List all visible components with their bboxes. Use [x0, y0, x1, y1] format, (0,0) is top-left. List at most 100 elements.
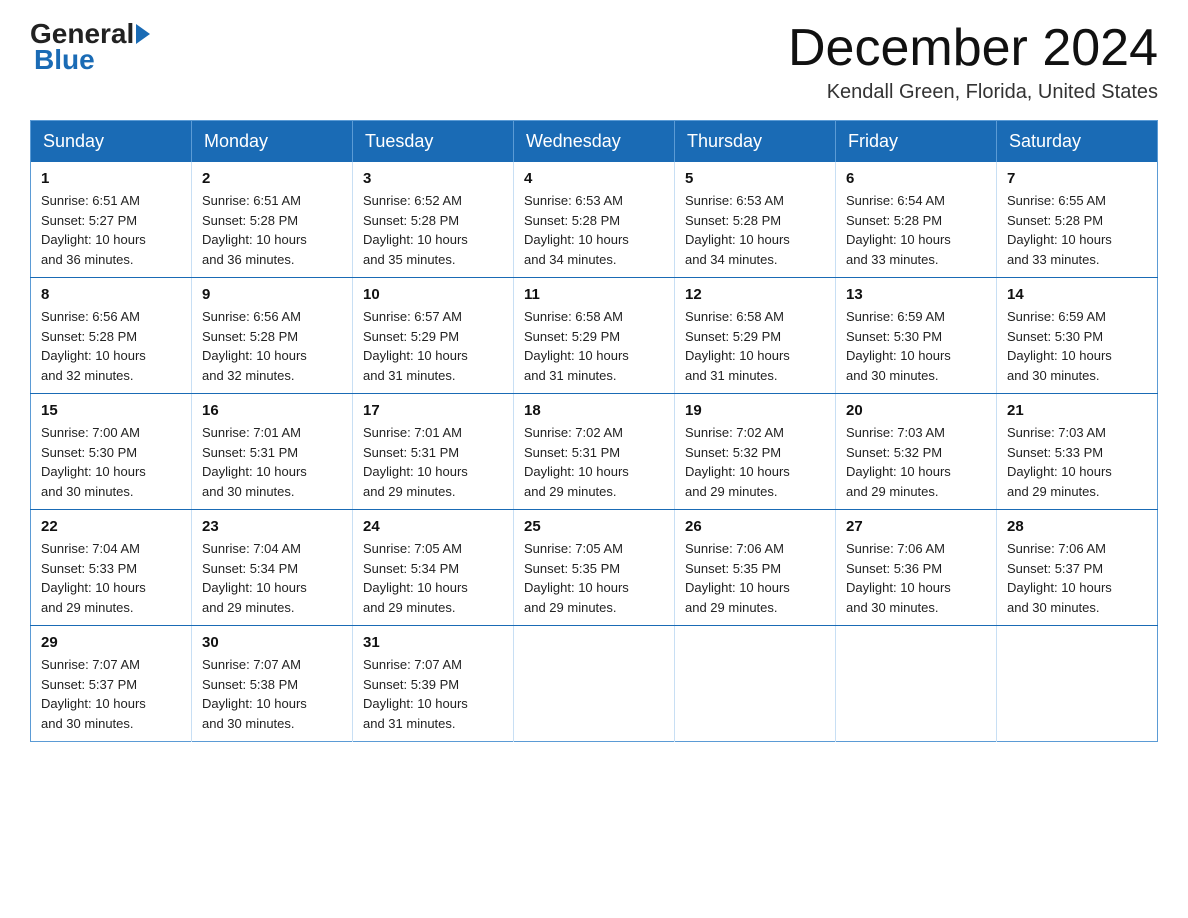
- day-number: 10: [363, 286, 503, 303]
- logo-blue-text: Blue: [34, 44, 95, 76]
- day-info: Sunrise: 6:56 AM Sunset: 5:28 PM Dayligh…: [41, 307, 181, 385]
- header-sunday: Sunday: [31, 121, 192, 163]
- calendar-cell: 8 Sunrise: 6:56 AM Sunset: 5:28 PM Dayli…: [31, 278, 192, 394]
- calendar-cell: 3 Sunrise: 6:52 AM Sunset: 5:28 PM Dayli…: [353, 162, 514, 278]
- day-info: Sunrise: 6:59 AM Sunset: 5:30 PM Dayligh…: [846, 307, 986, 385]
- calendar-cell: 10 Sunrise: 6:57 AM Sunset: 5:29 PM Dayl…: [353, 278, 514, 394]
- day-info: Sunrise: 7:00 AM Sunset: 5:30 PM Dayligh…: [41, 423, 181, 501]
- day-number: 12: [685, 286, 825, 303]
- day-number: 23: [202, 518, 342, 535]
- calendar-cell: 27 Sunrise: 7:06 AM Sunset: 5:36 PM Dayl…: [836, 510, 997, 626]
- week-row-1: 1 Sunrise: 6:51 AM Sunset: 5:27 PM Dayli…: [31, 162, 1158, 278]
- logo-arrow-icon: [136, 24, 150, 44]
- day-info: Sunrise: 6:52 AM Sunset: 5:28 PM Dayligh…: [363, 191, 503, 269]
- day-info: Sunrise: 7:07 AM Sunset: 5:39 PM Dayligh…: [363, 655, 503, 733]
- day-info: Sunrise: 7:04 AM Sunset: 5:34 PM Dayligh…: [202, 539, 342, 617]
- logo: General Blue: [30, 20, 152, 76]
- day-info: Sunrise: 6:57 AM Sunset: 5:29 PM Dayligh…: [363, 307, 503, 385]
- day-info: Sunrise: 7:01 AM Sunset: 5:31 PM Dayligh…: [363, 423, 503, 501]
- day-info: Sunrise: 6:59 AM Sunset: 5:30 PM Dayligh…: [1007, 307, 1147, 385]
- day-info: Sunrise: 7:02 AM Sunset: 5:31 PM Dayligh…: [524, 423, 664, 501]
- day-number: 25: [524, 518, 664, 535]
- day-info: Sunrise: 6:51 AM Sunset: 5:28 PM Dayligh…: [202, 191, 342, 269]
- calendar-cell: 12 Sunrise: 6:58 AM Sunset: 5:29 PM Dayl…: [675, 278, 836, 394]
- day-number: 26: [685, 518, 825, 535]
- header-thursday: Thursday: [675, 121, 836, 163]
- calendar-cell: 16 Sunrise: 7:01 AM Sunset: 5:31 PM Dayl…: [192, 394, 353, 510]
- day-number: 17: [363, 402, 503, 419]
- day-info: Sunrise: 7:05 AM Sunset: 5:35 PM Dayligh…: [524, 539, 664, 617]
- calendar-cell: 22 Sunrise: 7:04 AM Sunset: 5:33 PM Dayl…: [31, 510, 192, 626]
- day-number: 20: [846, 402, 986, 419]
- location: Kendall Green, Florida, United States: [788, 81, 1158, 104]
- page-header: General Blue December 2024 Kendall Green…: [30, 20, 1158, 104]
- title-section: December 2024 Kendall Green, Florida, Un…: [788, 20, 1158, 104]
- day-number: 27: [846, 518, 986, 535]
- month-title: December 2024: [788, 20, 1158, 77]
- day-info: Sunrise: 7:04 AM Sunset: 5:33 PM Dayligh…: [41, 539, 181, 617]
- calendar-cell: 1 Sunrise: 6:51 AM Sunset: 5:27 PM Dayli…: [31, 162, 192, 278]
- day-info: Sunrise: 6:54 AM Sunset: 5:28 PM Dayligh…: [846, 191, 986, 269]
- day-number: 22: [41, 518, 181, 535]
- day-info: Sunrise: 6:53 AM Sunset: 5:28 PM Dayligh…: [685, 191, 825, 269]
- calendar-cell: 31 Sunrise: 7:07 AM Sunset: 5:39 PM Dayl…: [353, 626, 514, 742]
- day-info: Sunrise: 6:58 AM Sunset: 5:29 PM Dayligh…: [685, 307, 825, 385]
- day-info: Sunrise: 7:03 AM Sunset: 5:32 PM Dayligh…: [846, 423, 986, 501]
- day-number: 21: [1007, 402, 1147, 419]
- day-number: 9: [202, 286, 342, 303]
- calendar-cell: 13 Sunrise: 6:59 AM Sunset: 5:30 PM Dayl…: [836, 278, 997, 394]
- day-info: Sunrise: 6:51 AM Sunset: 5:27 PM Dayligh…: [41, 191, 181, 269]
- day-number: 29: [41, 634, 181, 651]
- day-number: 18: [524, 402, 664, 419]
- calendar-cell: [675, 626, 836, 742]
- day-number: 5: [685, 170, 825, 187]
- day-number: 19: [685, 402, 825, 419]
- calendar-cell: 11 Sunrise: 6:58 AM Sunset: 5:29 PM Dayl…: [514, 278, 675, 394]
- day-number: 3: [363, 170, 503, 187]
- calendar-cell: 17 Sunrise: 7:01 AM Sunset: 5:31 PM Dayl…: [353, 394, 514, 510]
- calendar-cell: 4 Sunrise: 6:53 AM Sunset: 5:28 PM Dayli…: [514, 162, 675, 278]
- calendar-cell: [514, 626, 675, 742]
- day-number: 28: [1007, 518, 1147, 535]
- calendar-cell: 25 Sunrise: 7:05 AM Sunset: 5:35 PM Dayl…: [514, 510, 675, 626]
- day-number: 15: [41, 402, 181, 419]
- day-number: 24: [363, 518, 503, 535]
- day-number: 1: [41, 170, 181, 187]
- calendar-cell: 2 Sunrise: 6:51 AM Sunset: 5:28 PM Dayli…: [192, 162, 353, 278]
- calendar-cell: 7 Sunrise: 6:55 AM Sunset: 5:28 PM Dayli…: [997, 162, 1158, 278]
- calendar-cell: 24 Sunrise: 7:05 AM Sunset: 5:34 PM Dayl…: [353, 510, 514, 626]
- week-row-4: 22 Sunrise: 7:04 AM Sunset: 5:33 PM Dayl…: [31, 510, 1158, 626]
- day-number: 4: [524, 170, 664, 187]
- day-info: Sunrise: 7:06 AM Sunset: 5:36 PM Dayligh…: [846, 539, 986, 617]
- day-info: Sunrise: 7:02 AM Sunset: 5:32 PM Dayligh…: [685, 423, 825, 501]
- week-row-2: 8 Sunrise: 6:56 AM Sunset: 5:28 PM Dayli…: [31, 278, 1158, 394]
- header-monday: Monday: [192, 121, 353, 163]
- calendar-cell: 15 Sunrise: 7:00 AM Sunset: 5:30 PM Dayl…: [31, 394, 192, 510]
- header-tuesday: Tuesday: [353, 121, 514, 163]
- calendar-cell: 6 Sunrise: 6:54 AM Sunset: 5:28 PM Dayli…: [836, 162, 997, 278]
- day-info: Sunrise: 7:07 AM Sunset: 5:38 PM Dayligh…: [202, 655, 342, 733]
- day-number: 14: [1007, 286, 1147, 303]
- calendar-cell: 18 Sunrise: 7:02 AM Sunset: 5:31 PM Dayl…: [514, 394, 675, 510]
- header-saturday: Saturday: [997, 121, 1158, 163]
- calendar-cell: 14 Sunrise: 6:59 AM Sunset: 5:30 PM Dayl…: [997, 278, 1158, 394]
- calendar-cell: 28 Sunrise: 7:06 AM Sunset: 5:37 PM Dayl…: [997, 510, 1158, 626]
- calendar-cell: 20 Sunrise: 7:03 AM Sunset: 5:32 PM Dayl…: [836, 394, 997, 510]
- day-info: Sunrise: 7:06 AM Sunset: 5:35 PM Dayligh…: [685, 539, 825, 617]
- day-number: 31: [363, 634, 503, 651]
- day-info: Sunrise: 7:06 AM Sunset: 5:37 PM Dayligh…: [1007, 539, 1147, 617]
- day-info: Sunrise: 7:07 AM Sunset: 5:37 PM Dayligh…: [41, 655, 181, 733]
- calendar-cell: 9 Sunrise: 6:56 AM Sunset: 5:28 PM Dayli…: [192, 278, 353, 394]
- day-number: 2: [202, 170, 342, 187]
- calendar-cell: 29 Sunrise: 7:07 AM Sunset: 5:37 PM Dayl…: [31, 626, 192, 742]
- week-row-3: 15 Sunrise: 7:00 AM Sunset: 5:30 PM Dayl…: [31, 394, 1158, 510]
- day-number: 8: [41, 286, 181, 303]
- calendar-table: SundayMondayTuesdayWednesdayThursdayFrid…: [30, 120, 1158, 742]
- calendar-cell: 26 Sunrise: 7:06 AM Sunset: 5:35 PM Dayl…: [675, 510, 836, 626]
- day-info: Sunrise: 6:58 AM Sunset: 5:29 PM Dayligh…: [524, 307, 664, 385]
- week-row-5: 29 Sunrise: 7:07 AM Sunset: 5:37 PM Dayl…: [31, 626, 1158, 742]
- header-wednesday: Wednesday: [514, 121, 675, 163]
- calendar-cell: [836, 626, 997, 742]
- day-number: 7: [1007, 170, 1147, 187]
- day-info: Sunrise: 6:53 AM Sunset: 5:28 PM Dayligh…: [524, 191, 664, 269]
